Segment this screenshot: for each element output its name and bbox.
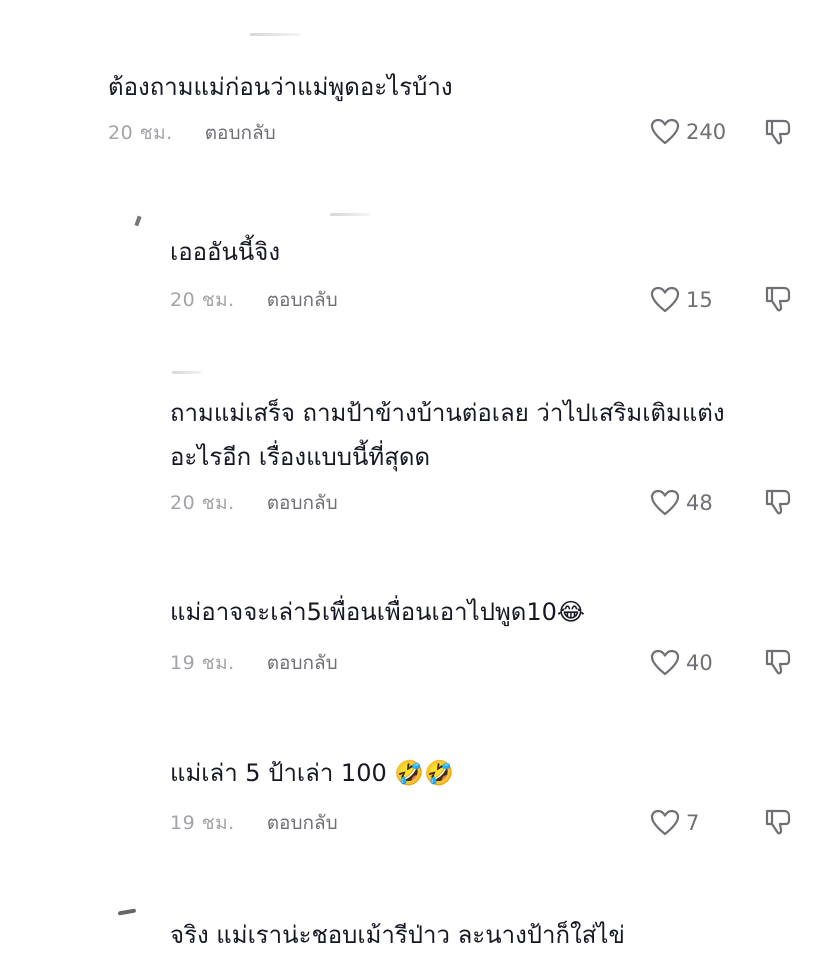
thumbs-down-outline-icon bbox=[765, 286, 791, 312]
heart-outline-icon bbox=[650, 118, 680, 145]
comment-text: แม่อาจจะเล่า5เพื่อนเพื่อนเอาไปพูด10😂 bbox=[170, 587, 585, 637]
avatar bbox=[117, 908, 137, 916]
like-button[interactable]: 48 bbox=[650, 487, 713, 519]
reply-button[interactable]: ตอบกลับ bbox=[267, 285, 338, 315]
comment-body: แม่เล่า 5 ป้าเล่า 100 bbox=[170, 759, 395, 787]
comment-timestamp: 20 ชม. bbox=[170, 492, 235, 514]
like-button[interactable]: 15 bbox=[650, 284, 713, 316]
comment-meta: 20 ชม. ตอบกลับ bbox=[170, 285, 338, 315]
comment-meta: 19 ชม. ตอบกลับ bbox=[170, 648, 338, 678]
like-count: 40 bbox=[686, 651, 713, 675]
comment-timestamp: 19 ชม. bbox=[170, 812, 235, 834]
like-button[interactable]: 240 bbox=[650, 116, 726, 148]
heart-outline-icon bbox=[650, 489, 680, 516]
thumbs-down-outline-icon bbox=[765, 809, 791, 835]
comment-body: แม่อาจจะเล่า5เพื่อนเพื่อนเอาไปพูด10 bbox=[170, 598, 557, 626]
comment-meta: 20 ชม. ตอบกลับ bbox=[108, 118, 276, 148]
thumbs-down-outline-icon bbox=[765, 649, 791, 675]
comment-text: จริง แม่เราน่ะชอบเม้ารีป่าว ละนางป้าก็ใส… bbox=[170, 921, 625, 949]
heart-outline-icon bbox=[650, 809, 680, 836]
comment-text: แม่เล่า 5 ป้าเล่า 100 🤣🤣 bbox=[170, 748, 454, 798]
username-smudge bbox=[330, 213, 370, 216]
comment-meta: 19 ชม. ตอบกลับ bbox=[170, 808, 338, 838]
avatar bbox=[134, 215, 142, 227]
heart-outline-icon bbox=[650, 649, 680, 676]
comment-text: เอออันนี้จิง bbox=[170, 238, 281, 266]
like-count: 15 bbox=[686, 288, 713, 312]
rofl-emoji: 🤣🤣 bbox=[394, 759, 455, 787]
like-count: 48 bbox=[686, 491, 713, 515]
dislike-button[interactable] bbox=[763, 284, 793, 314]
thumbs-down-outline-icon bbox=[765, 119, 791, 145]
like-button[interactable]: 7 bbox=[650, 807, 699, 839]
dislike-button[interactable] bbox=[763, 487, 793, 517]
reply-button[interactable]: ตอบกลับ bbox=[205, 118, 276, 148]
laughing-tears-emoji: 😂 bbox=[556, 598, 585, 626]
comment-text-line-2: อะไรอีก เรื่องแบบนี้ที่สุดด bbox=[170, 443, 431, 471]
like-count: 7 bbox=[686, 811, 700, 835]
dislike-button[interactable] bbox=[763, 807, 793, 837]
dislike-button[interactable] bbox=[763, 117, 793, 147]
comment-text-line-1: ถามแม่เสร็จ ถามป้าข้างบ้านต่อเลย ว่าไปเส… bbox=[170, 399, 725, 427]
comment-timestamp: 20 ชม. bbox=[108, 122, 173, 144]
reply-button[interactable]: ตอบกลับ bbox=[267, 808, 338, 838]
dislike-button[interactable] bbox=[763, 647, 793, 677]
comment-text: ต้องถามแม่ก่อนว่าแม่พูดอะไรบ้าง bbox=[108, 73, 453, 101]
like-count: 240 bbox=[686, 120, 727, 144]
username-smudge bbox=[250, 33, 300, 36]
heart-outline-icon bbox=[650, 286, 680, 313]
like-button[interactable]: 40 bbox=[650, 647, 713, 679]
comment-timestamp: 19 ชม. bbox=[170, 652, 235, 674]
comment-timestamp: 20 ชม. bbox=[170, 289, 235, 311]
reply-button[interactable]: ตอบกลับ bbox=[267, 648, 338, 678]
thumbs-down-outline-icon bbox=[765, 489, 791, 515]
username-smudge bbox=[172, 371, 202, 374]
reply-button[interactable]: ตอบกลับ bbox=[267, 488, 338, 518]
comment-meta: 20 ชม. ตอบกลับ bbox=[170, 488, 338, 518]
